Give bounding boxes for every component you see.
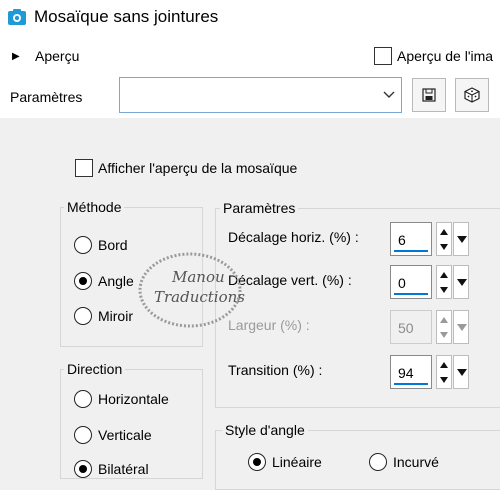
method-miroir-label: Miroir [98, 308, 133, 324]
method-miroir-radio[interactable] [74, 307, 92, 325]
vertical-offset-input[interactable]: 0 [390, 265, 432, 299]
width-stepper [436, 310, 452, 344]
vertical-offset-menu-button[interactable] [453, 265, 469, 299]
method-bord-radio[interactable] [74, 236, 92, 254]
transition-stepper[interactable] [436, 355, 452, 389]
direction-title: Direction [64, 361, 126, 377]
direction-verticale-label: Verticale [98, 427, 152, 443]
image-preview-label: Aperçu de l'ima [397, 48, 494, 64]
svg-text:Traductions: Traductions [154, 288, 245, 306]
width-input: 50 [390, 310, 432, 344]
transition-menu-button[interactable] [453, 355, 469, 389]
dice-icon [464, 87, 480, 103]
parameters-title: Paramètres [220, 200, 299, 216]
window-title: Mosaïque sans jointures [34, 7, 219, 26]
show-mosaic-preview-checkbox[interactable] [75, 159, 93, 177]
direction-bilateral-label: Bilatéral [98, 461, 149, 477]
horizontal-offset-label: Décalage horiz. (%) : [228, 229, 359, 245]
expand-arrow-icon[interactable]: ▶ [12, 51, 20, 62]
show-mosaic-preview-label: Afficher l'aperçu de la mosaïque [98, 160, 298, 176]
svg-text:Manou: Manou [171, 268, 225, 286]
watermark-seal: Manou Traductions [138, 252, 245, 328]
method-angle-label: Angle [98, 273, 134, 289]
image-preview-checkbox[interactable] [374, 47, 392, 65]
vertical-offset-value: 0 [398, 275, 406, 291]
method-title: Méthode [64, 199, 125, 215]
corner-style-title: Style d'angle [222, 422, 308, 438]
transition-label: Transition (%) : [228, 362, 323, 378]
transition-value: 94 [398, 365, 414, 381]
preset-dropdown[interactable] [119, 77, 402, 113]
method-bord-label: Bord [98, 237, 128, 253]
corner-incurve-label: Incurvé [393, 454, 439, 470]
corner-incurve-radio[interactable] [369, 453, 387, 471]
width-value: 50 [398, 320, 414, 336]
horizontal-offset-value: 6 [398, 232, 406, 248]
method-angle-radio[interactable] [74, 272, 92, 290]
floppy-disk-icon [422, 88, 436, 102]
camera-icon [8, 9, 26, 25]
transition-spinner: 94 [390, 355, 470, 391]
horizontal-offset-spinner: 6 [390, 222, 470, 258]
direction-verticale-radio[interactable] [74, 426, 92, 444]
width-menu-button [453, 310, 469, 344]
preview-toggle-label[interactable]: Aperçu [35, 48, 79, 64]
width-spinner: 50 [390, 310, 470, 346]
randomize-button[interactable] [455, 78, 489, 112]
horizontal-offset-menu-button[interactable] [453, 222, 469, 256]
presets-label: Paramètres [10, 89, 83, 105]
transition-input[interactable]: 94 [390, 355, 432, 389]
corner-lineaire-radio[interactable] [248, 453, 266, 471]
horizontal-offset-input[interactable]: 6 [390, 222, 432, 256]
save-preset-button[interactable] [412, 78, 446, 112]
direction-bilateral-radio[interactable] [74, 460, 92, 478]
direction-horizontale-label: Horizontale [98, 391, 169, 407]
corner-lineaire-label: Linéaire [272, 454, 322, 470]
vertical-offset-stepper[interactable] [436, 265, 452, 299]
vertical-offset-spinner: 0 [390, 265, 470, 301]
direction-horizontale-radio[interactable] [74, 390, 92, 408]
horizontal-offset-stepper[interactable] [436, 222, 452, 256]
chevron-down-icon [383, 91, 395, 98]
